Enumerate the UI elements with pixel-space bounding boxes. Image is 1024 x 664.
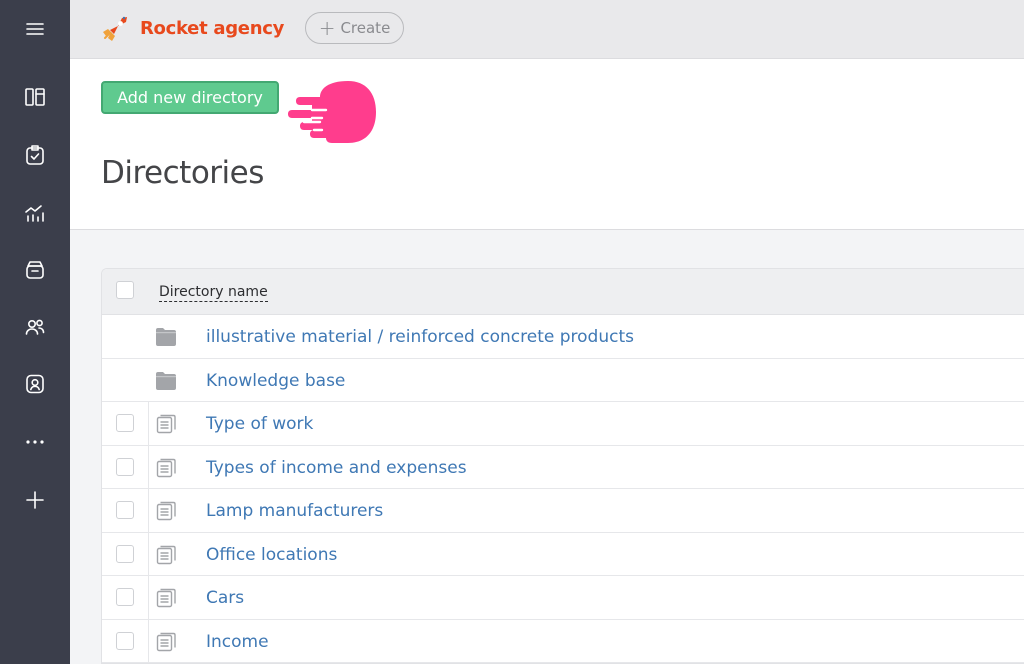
table-row: illustrative material / reinforced concr… (102, 315, 1024, 359)
add-new-directory-button[interactable]: Add new directory (101, 81, 279, 114)
column-divider (148, 402, 149, 445)
create-label: Create (340, 19, 391, 37)
column-divider (148, 619, 149, 662)
logo[interactable]: Rocket agency (100, 12, 284, 44)
brand-name: Rocket agency (140, 17, 285, 39)
column-header-directory-name[interactable]: Directory name (159, 284, 268, 302)
contacts-icon[interactable] (21, 370, 49, 398)
folder-icon (156, 328, 176, 346)
select-all-checkbox[interactable] (116, 281, 134, 299)
directory-link[interactable]: Office locations (206, 545, 337, 565)
table-row: Income (102, 619, 1024, 663)
top-bar: Rocket agency + Create (70, 0, 1024, 59)
directory-link[interactable]: Cars (206, 588, 244, 608)
table-row: Office locations (102, 532, 1024, 576)
create-button[interactable]: + Create (305, 12, 404, 44)
list-icon (156, 414, 176, 434)
plus-icon: + (318, 16, 336, 40)
table-row: Types of income and expenses (102, 445, 1024, 489)
list-icon (156, 458, 176, 477)
table-row: Cars (102, 576, 1024, 620)
row-checkbox[interactable] (116, 501, 134, 519)
list-icon (156, 501, 176, 521)
rocket-logo-icon (103, 16, 127, 41)
table-row: Type of work (102, 402, 1024, 446)
crm-icon[interactable] (21, 256, 49, 284)
list-icon (156, 545, 176, 564)
feed-icon[interactable] (21, 83, 49, 111)
employees-icon[interactable] (21, 313, 49, 341)
directory-link[interactable]: Knowledge base (206, 371, 345, 391)
folder-icon (156, 371, 176, 390)
menu-icon[interactable] (21, 15, 49, 43)
page-title: Directories (101, 155, 264, 191)
more-icon[interactable] (21, 428, 49, 456)
page-header: Add new directory Directories (70, 59, 1024, 230)
row-checkbox[interactable] (116, 631, 134, 650)
column-divider (148, 489, 149, 532)
tasks-icon[interactable] (21, 141, 49, 169)
column-divider (148, 445, 149, 488)
directory-link[interactable]: Income (206, 632, 269, 652)
directories-table: Directory name illustrative material / r… (101, 268, 1024, 664)
row-checkbox[interactable] (116, 457, 134, 476)
row-checkbox[interactable] (116, 544, 134, 563)
table-header: Directory name (102, 269, 1024, 315)
table-row: Lamp manufacturers (102, 489, 1024, 533)
column-divider (148, 532, 149, 575)
pointing-hand-icon (288, 81, 376, 143)
table-row: Knowledge base (102, 359, 1024, 402)
add-icon[interactable] (21, 486, 49, 514)
row-checkbox[interactable] (116, 414, 134, 432)
list-icon (156, 632, 176, 651)
directory-link[interactable]: Type of work (206, 414, 313, 434)
row-checkbox[interactable] (116, 588, 134, 606)
analytics-icon[interactable] (21, 199, 49, 227)
column-divider (148, 576, 149, 619)
directory-link[interactable]: illustrative material / reinforced concr… (206, 327, 634, 347)
sidebar (0, 0, 70, 664)
directory-link[interactable]: Lamp manufacturers (206, 501, 383, 521)
list-icon (156, 588, 176, 608)
directory-link[interactable]: Types of income and expenses (206, 458, 467, 478)
